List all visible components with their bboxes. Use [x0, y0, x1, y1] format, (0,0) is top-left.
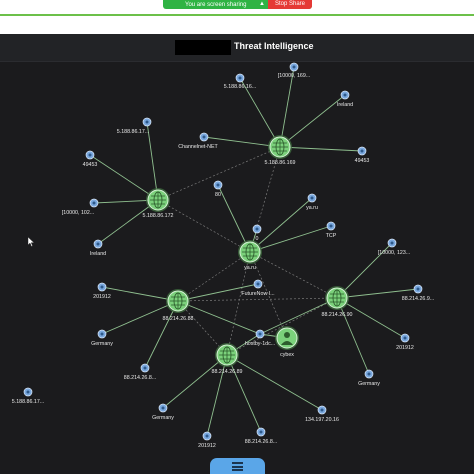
graph-link: [226, 354, 262, 433]
graph-link: [249, 225, 332, 253]
leaf-node-label: Germany: [152, 415, 174, 421]
leaf-node[interactable]: [364, 369, 374, 379]
stop-share-button[interactable]: Stop Share: [268, 0, 312, 9]
leaf-node-label: 80: [215, 192, 221, 198]
leaf-node-label: 5.188.86.17...: [117, 129, 149, 135]
hub-node[interactable]: [238, 240, 262, 264]
app-accent-line: [0, 14, 474, 16]
leaf-node-label: 0: [256, 236, 259, 242]
graph-link: [89, 154, 159, 201]
mouse-cursor-icon: [27, 234, 35, 252]
leaf-node[interactable]: [252, 224, 262, 234]
hub-node-label: cybex: [280, 352, 294, 358]
leaf-node[interactable]: [202, 431, 212, 441]
leaf-node[interactable]: [400, 333, 410, 343]
leaf-node[interactable]: [253, 279, 263, 289]
hub-node-label: 5.188.86.172: [143, 213, 174, 219]
leaf-node[interactable]: [140, 363, 150, 373]
leaf-node-label: [10000, 169...: [278, 73, 310, 79]
leaf-node[interactable]: [413, 284, 423, 294]
hub-node-label: 88.214.26.88: [163, 316, 194, 322]
leaf-node[interactable]: [255, 329, 265, 339]
graph-nodes: [10000, 169... 5.188.86.16... Ireland Chann…: [12, 62, 434, 449]
hub-node[interactable]: [275, 326, 299, 350]
leaf-node[interactable]: [213, 180, 223, 190]
leaf-node-label: 88.214.26.8...: [124, 375, 156, 381]
hub-node-label: ya.ru: [244, 265, 256, 271]
leaf-node-label: hostby-1dc...: [245, 341, 275, 347]
leaf-node-label: 5.188.86.17...: [12, 399, 44, 405]
screen-share-bar: You are screen sharing ▲ Stop Share: [163, 0, 312, 9]
leaf-node-label: 201912: [198, 443, 216, 449]
leaf-node-label: [10000, 123...: [378, 250, 410, 256]
leaf-node-label: Ireland: [90, 251, 106, 257]
leaf-node-label: 49453: [355, 158, 370, 164]
leaf-node[interactable]: [89, 198, 99, 208]
hub-node-label: 88.214.26.90: [322, 312, 353, 318]
leaf-node-label: 88.214.26.8...: [245, 439, 277, 445]
leaf-node[interactable]: [289, 62, 299, 72]
hub-node[interactable]: [146, 188, 170, 212]
hub-node[interactable]: [215, 343, 239, 367]
threat-graph[interactable]: [10000, 169... 5.188.86.16... Ireland Chann…: [0, 34, 474, 474]
leaf-node-label: 88.214.26.9...: [402, 296, 434, 302]
leaf-node[interactable]: [357, 146, 367, 156]
screen-share-message: You are screen sharing: [185, 1, 247, 8]
leaf-node-label: TCP: [326, 233, 337, 239]
leaf-node[interactable]: [85, 150, 95, 160]
leaf-node-label: Ireland: [337, 102, 353, 108]
graph-link: [279, 94, 346, 148]
leaf-node[interactable]: [23, 387, 33, 397]
graph-link: [249, 197, 313, 253]
graph-link: [226, 354, 323, 411]
graph-link: [279, 146, 363, 152]
leaf-node[interactable]: [256, 427, 266, 437]
leaf-node-label: Channelnet-NET: [178, 144, 218, 150]
leaf-node-label: Germany: [358, 381, 380, 387]
leaf-node-label: Germany: [91, 341, 113, 347]
dashed-link: [177, 297, 338, 302]
graph-link: [206, 354, 228, 437]
leaf-node-label: 5.188.86.16...: [224, 84, 256, 90]
leaf-node[interactable]: [97, 329, 107, 339]
leaf-node[interactable]: [158, 403, 168, 413]
leaf-node[interactable]: [317, 405, 327, 415]
leaf-node[interactable]: [387, 238, 397, 248]
leaf-node[interactable]: [307, 193, 317, 203]
hamburger-menu-icon[interactable]: [232, 462, 243, 471]
hub-node[interactable]: [268, 135, 292, 159]
leaf-node[interactable]: [97, 282, 107, 292]
leaf-node-label: 201912: [396, 345, 414, 351]
leaf-node[interactable]: [142, 117, 152, 127]
leaf-node-label: 134.197.20.16: [305, 417, 339, 423]
leaf-node-label: 201912: [93, 294, 111, 300]
leaf-node[interactable]: [326, 221, 336, 231]
graph-link: [279, 66, 295, 148]
dashed-link: [157, 199, 251, 253]
leaf-node[interactable]: [199, 132, 209, 142]
hub-node-label: 88.214.26.89: [212, 369, 243, 375]
threat-intel-panel: Threat Intelligence [10000, 169... 5.188.…: [0, 34, 474, 474]
leaf-node-label: FutureNow I...: [241, 291, 274, 297]
hub-node-label: 5.188.86.169: [265, 160, 296, 166]
hub-node[interactable]: [325, 286, 349, 310]
leaf-node[interactable]: [340, 90, 350, 100]
graph-link: [336, 297, 370, 375]
shield-icon: ▲: [259, 1, 265, 7]
leaf-node-label: ya.ru: [306, 205, 318, 211]
graph-link: [162, 354, 228, 409]
leaf-node[interactable]: [235, 73, 245, 83]
leaf-node[interactable]: [93, 239, 103, 249]
leaf-node-label: 49453: [83, 162, 98, 168]
leaf-node-label: [10000, 102...: [62, 210, 94, 216]
hub-node[interactable]: [166, 289, 190, 313]
